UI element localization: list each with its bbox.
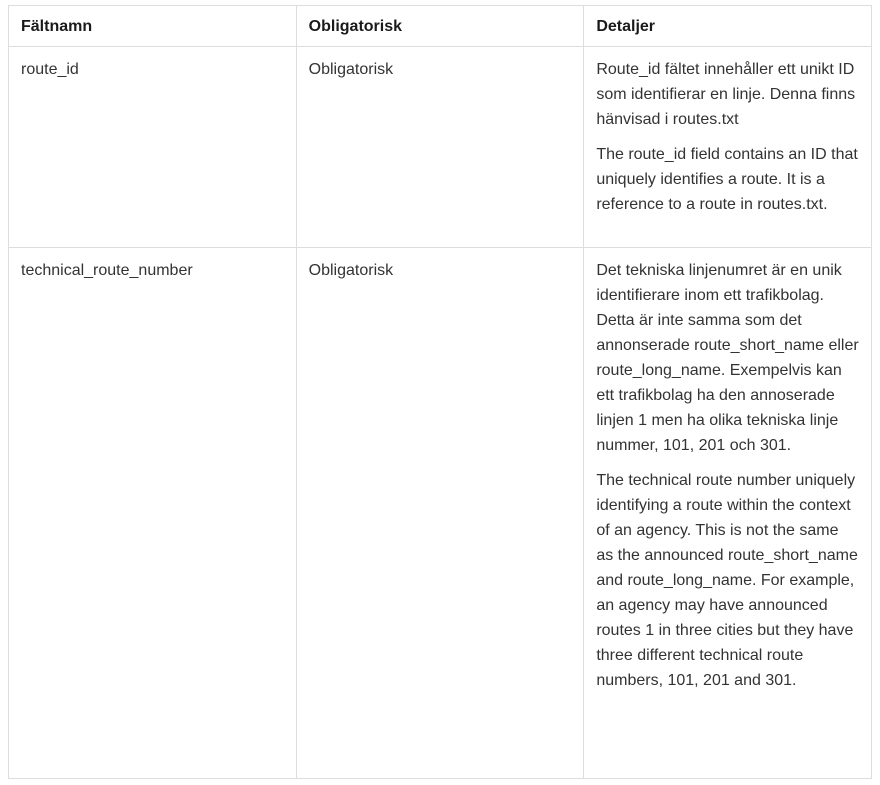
table-body: route_id Obligatorisk Route_id fältet in… [8, 46, 872, 779]
cell-field-name: technical_route_number [8, 247, 297, 779]
header-details: Detaljer [583, 5, 872, 47]
details-swedish: Route_id fältet innehåller ett unikt ID … [596, 61, 856, 128]
details-swedish: Det tekniska linjenumret är en unik iden… [596, 262, 859, 454]
header-field-name: Fältnamn [8, 5, 297, 47]
cell-details: Route_id fältet innehåller ett unikt ID … [583, 46, 872, 248]
cell-required: Obligatorisk [295, 247, 585, 779]
details-english: The route_id field contains an ID that u… [596, 146, 858, 213]
table-row: technical_route_number Obligatorisk Det … [8, 247, 872, 779]
cell-field-name: route_id [8, 46, 297, 248]
header-required: Obligatorisk [295, 5, 585, 47]
cell-required: Obligatorisk [295, 46, 585, 248]
cell-details: Det tekniska linjenumret är en unik iden… [583, 247, 872, 779]
table-row: route_id Obligatorisk Route_id fältet in… [8, 46, 872, 248]
header-row: Fältnamn Obligatorisk Detaljer [8, 5, 872, 47]
fields-table: Fältnamn Obligatorisk Detaljer route_id … [8, 5, 872, 779]
table-header: Fältnamn Obligatorisk Detaljer [8, 5, 872, 47]
details-english: The technical route number uniquely iden… [596, 472, 858, 689]
